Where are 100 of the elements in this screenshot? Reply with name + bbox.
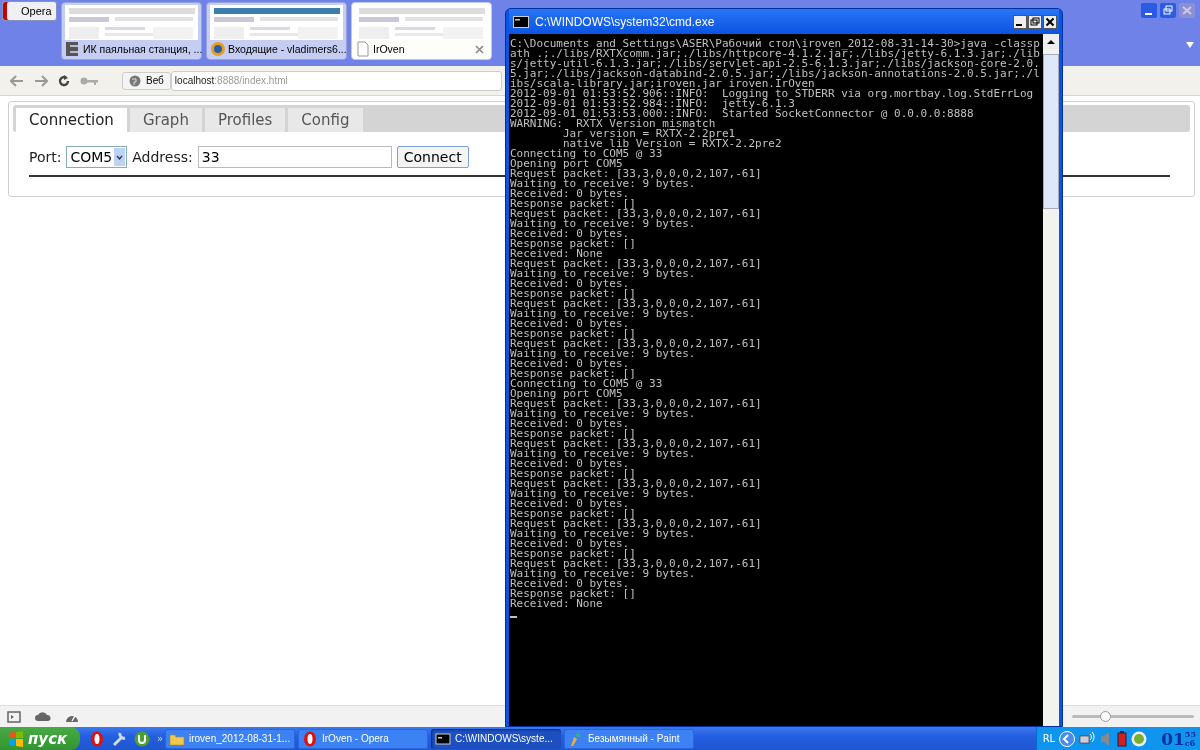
console-line: Request packet: [33,3,0,0,0,2,107,-61] — [510, 339, 763, 349]
panel-icon[interactable] — [7, 710, 21, 723]
close-icon[interactable] — [1043, 14, 1057, 29]
tab-title: ИК паяльная станция, ... — [83, 43, 203, 55]
reload-icon[interactable] — [58, 74, 70, 87]
console-icon — [435, 730, 451, 747]
clock-minute: 55 — [1184, 729, 1196, 739]
paint-brush-icon — [568, 730, 584, 747]
console-line: WARNING: RXTX Version mismatch — [510, 119, 716, 129]
console-line: Received: 0 bytes. — [510, 279, 630, 289]
console-line: Request packet: [33,3,0,0,0,2,107,-61] — [510, 259, 763, 269]
taskbar-button[interactable]: C:\WINDOWS\syste... — [431, 728, 561, 749]
back-icon[interactable] — [10, 74, 24, 87]
page-tab[interactable]: Graph — [129, 108, 202, 132]
tab-title: IrOven — [373, 43, 406, 55]
port-dropdown[interactable]: COM5 — [66, 146, 128, 168]
console-line: ath .;./libs/RXTXcomm.jar;./libs/httpcore-4.1.2.jar;./libs/jetty-6.1.3.jar;./lib — [510, 49, 1041, 59]
console-line: Request packet: [33,3,0,0,0,2,107,-61] — [510, 399, 763, 409]
console-line: Waiting to receive: 9 bytes. — [510, 449, 696, 459]
console-line: Waiting to receive: 9 bytes. — [510, 219, 696, 229]
console-line: Response packet: [] — [510, 429, 636, 439]
taskbar-button[interactable]: iroven_2012-08-31-1... — [165, 728, 295, 749]
clock-hour: 01 — [1161, 728, 1185, 749]
console-line: Response packet: [] — [510, 589, 637, 599]
torrent-icon[interactable] — [134, 730, 150, 747]
browser-tab[interactable]: IrOven — [351, 2, 492, 60]
console-line: Response packet: [] — [510, 329, 636, 339]
console-line: Request packet: [33,3,0,0,0,2,107,-61] — [510, 299, 763, 309]
console-line: Received: None — [510, 249, 603, 259]
console-line: native lib Version = RXTX-2.2pre2 — [562, 139, 783, 149]
console-line: Waiting to receive: 9 bytes. — [510, 179, 696, 189]
tab-title: Входящие - vladimers6... — [228, 43, 347, 55]
console-line: Waiting to receive: 9 bytes. — [510, 409, 696, 419]
console-line: 5.jar;./libs/jackson-databind-2.0.5.jar;./libs/jackson-annotations-2.0.5.jar;./l — [510, 69, 1041, 79]
console-line: Received: 0 bytes. — [510, 359, 630, 369]
site-icon — [210, 41, 226, 57]
console-line: Waiting to receive: 9 bytes. — [510, 529, 696, 539]
console-line: Received: 0 bytes. — [510, 499, 630, 509]
cloud-icon[interactable] — [35, 711, 51, 722]
forward-icon[interactable] — [34, 74, 48, 87]
expand-icon[interactable] — [1059, 730, 1076, 747]
console-line: ibs/scala-library.jar;iroven.jar iroven.IrOven — [510, 79, 815, 89]
status-icon[interactable] — [1131, 730, 1148, 747]
console-line: Request packet: [33,3,0,0,0,2,107,-61] — [510, 559, 763, 569]
console-line: Waiting to receive: 9 bytes. — [510, 309, 696, 319]
console-line: Response packet: [] — [510, 239, 637, 249]
console-line: Connecting to COM5 @ 33 — [510, 379, 664, 389]
console-line: 2012-09-01 01:53:53.000::INFO: Started SocketConnector @ 0.0.0.0:8888 — [510, 109, 975, 119]
console-line: 2012-09-01 01:53:52.984::INFO: jetty-6.1.3 — [510, 99, 795, 109]
console-line: Received: 0 bytes. — [510, 229, 630, 239]
caret-icon[interactable] — [1186, 42, 1194, 48]
console-line: Received: 0 bytes. — [510, 539, 630, 549]
key-icon[interactable] — [80, 75, 98, 86]
opera-icon[interactable] — [90, 730, 104, 747]
console-line: Opening port COM5 — [510, 389, 623, 399]
console-line: Response packet: [] — [510, 549, 636, 559]
console-line: Received: 0 bytes. — [510, 459, 630, 469]
address-label: Address: — [132, 149, 193, 165]
site-icon — [65, 41, 81, 57]
windows-logo-icon — [8, 730, 24, 747]
taskbar-button[interactable]: IrOven - Opera — [298, 728, 428, 749]
minimize-icon[interactable] — [1013, 14, 1027, 29]
console-line: s/jetty-util-6.1.3.jar;./libs/servlet-api-2.5-6.1.3.jar;./libs/jackson-core-2.0. — [510, 59, 1041, 69]
console-line: Response packet: [] — [510, 509, 636, 519]
console-line: Received: 0 bytes. — [510, 419, 630, 429]
console-line: Connecting to COM5 @ 33 — [510, 149, 664, 159]
more-button[interactable]: » — [157, 733, 164, 744]
taskbar-button[interactable]: Безымянный - Paint — [564, 728, 694, 749]
restore-icon[interactable] — [1028, 14, 1042, 29]
console-line: Request packet: [33,3,0,0,0,2,107,-61] — [510, 439, 763, 449]
network-icon[interactable] — [1079, 730, 1096, 747]
slider-thumb[interactable] — [1099, 711, 1111, 722]
console-line: Received: 0 bytes. — [510, 189, 630, 199]
console-icon — [513, 15, 529, 28]
page-tab[interactable]: Config — [288, 108, 363, 132]
console-line: Waiting to receive: 9 bytes. — [510, 489, 696, 499]
wrench-icon[interactable] — [111, 730, 127, 747]
console-line: Request packet: [33,3,0,0,0,2,107,-61] — [510, 519, 763, 529]
text-cursor — [510, 616, 517, 618]
clock-day: сб — [1184, 738, 1196, 748]
caret-icon — [114, 148, 126, 166]
console-line: Request packet: [33,3,0,0,0,2,107,-61] — [510, 209, 763, 219]
address-input[interactable]: 33 — [197, 146, 392, 168]
console-line: Waiting to receive: 9 bytes. — [510, 569, 696, 579]
address-field[interactable]: localhost:8888/index.html — [170, 70, 502, 91]
port-label: Port: — [29, 149, 62, 165]
console-line: Received: 0 bytes. — [510, 579, 630, 589]
window-title: C:\WINDOWS\system32\cmd.exe — [535, 14, 715, 29]
console-line: Jar version = RXTX-2.2pre1 — [561, 129, 736, 139]
connect-button[interactable]: Connect — [396, 146, 469, 168]
opera-icon — [302, 730, 318, 747]
web-button[interactable]: Веб — [122, 71, 171, 90]
console-line: C:\Documents and Settings\ASER\Рабочий стол\iroven_2012-08-31-14-30>java -classp — [510, 39, 1041, 49]
console-line: Received: None — [510, 599, 603, 609]
console-line: Waiting to receive: 9 bytes. — [510, 349, 696, 359]
opera-menu-button[interactable]: Opera — [2, 1, 57, 21]
scroll-thumb[interactable] — [1043, 54, 1059, 209]
page-tab[interactable]: Connection — [16, 108, 127, 132]
battery-icon[interactable] — [1117, 730, 1128, 747]
page-tab[interactable]: Profiles — [204, 108, 286, 132]
